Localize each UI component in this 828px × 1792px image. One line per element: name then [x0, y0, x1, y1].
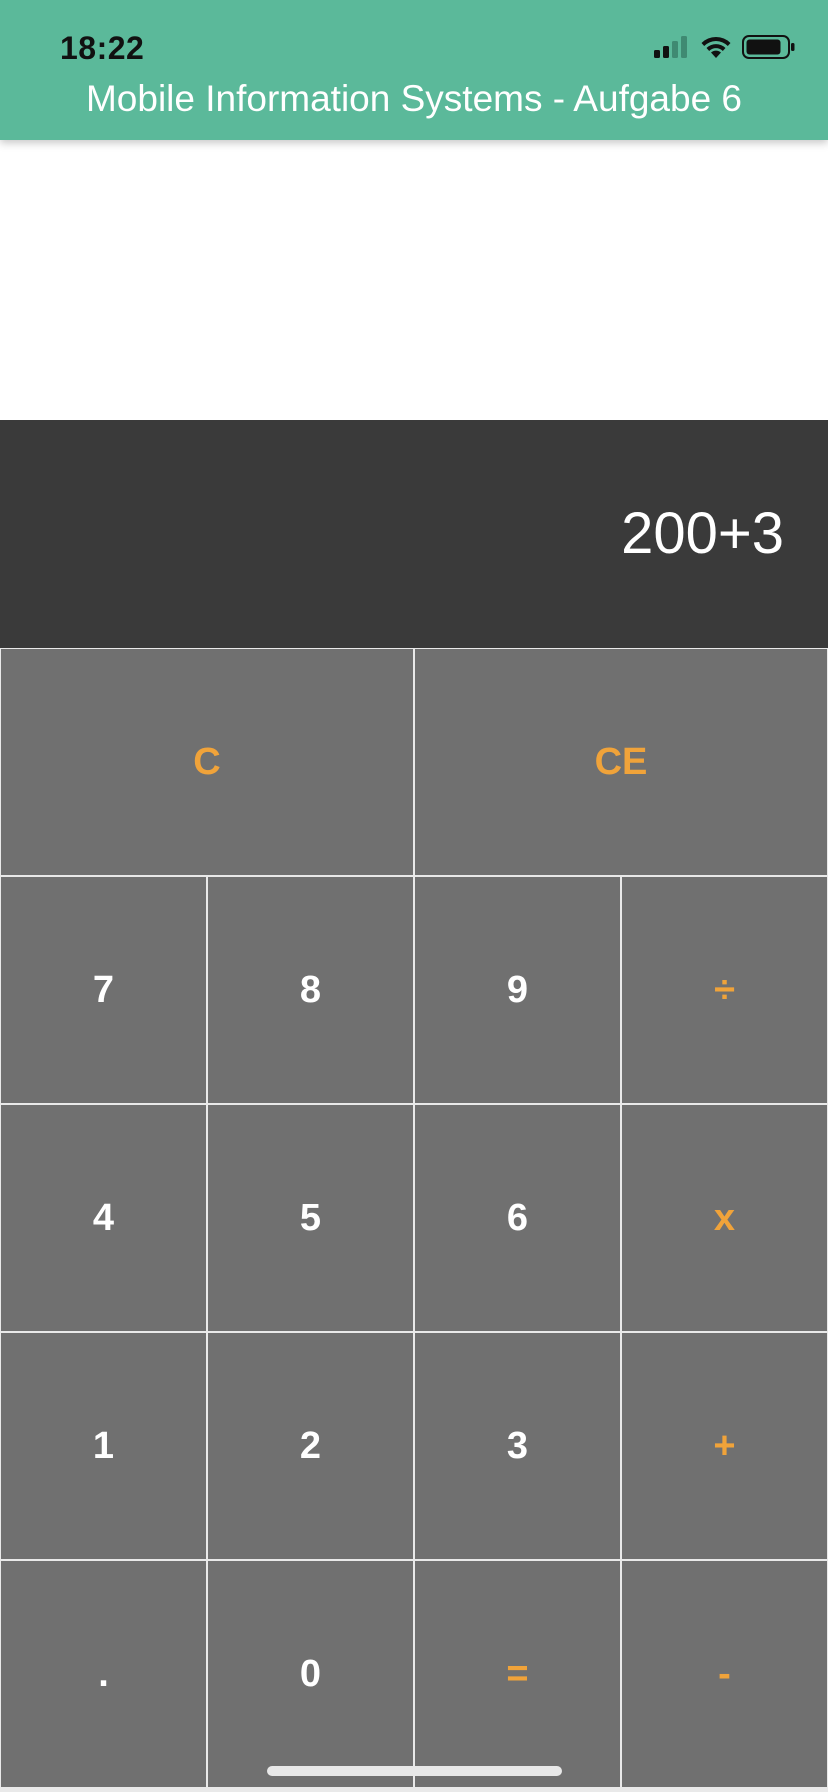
- keypad: C CE 7 8 9 ÷ 4 5 6 x 1 2 3 +. 0 = -: [0, 648, 828, 1792]
- home-indicator: [267, 1766, 562, 1776]
- calculator-display: 200+3: [0, 420, 828, 648]
- blank-area: [0, 140, 828, 420]
- app-bar: 18:22 Mobile Information Systems - Aufga…: [0, 0, 828, 140]
- subtract-button[interactable]: -: [621, 1560, 828, 1788]
- calculator-screen: 18:22 Mobile Information Systems - Aufga…: [0, 0, 828, 1792]
- wifi-icon: [700, 35, 732, 64]
- digit-3-button[interactable]: 3: [414, 1332, 621, 1560]
- divide-button[interactable]: ÷: [621, 876, 828, 1104]
- digit-2-button[interactable]: 2: [207, 1332, 414, 1560]
- digit-4-button[interactable]: 4: [0, 1104, 207, 1332]
- digit-6-button[interactable]: 6: [414, 1104, 621, 1332]
- digit-9-button[interactable]: 9: [414, 876, 621, 1104]
- equals-button[interactable]: =: [414, 1560, 621, 1788]
- digit-1-button[interactable]: 1: [0, 1332, 207, 1560]
- cellular-signal-icon: [654, 35, 690, 64]
- clear-button[interactable]: C: [0, 648, 414, 876]
- battery-icon: [742, 34, 796, 65]
- digit-8-button[interactable]: 8: [207, 876, 414, 1104]
- digit-0-button[interactable]: 0: [207, 1560, 414, 1788]
- display-value: 200+3: [621, 501, 784, 566]
- status-time: 18:22: [60, 30, 145, 66]
- status-icons: [654, 34, 796, 64]
- digit-7-button[interactable]: 7: [0, 876, 207, 1104]
- decimal-point-button[interactable]: .: [0, 1560, 207, 1788]
- digit-5-button[interactable]: 5: [207, 1104, 414, 1332]
- clear-entry-button[interactable]: CE: [414, 648, 828, 876]
- add-button[interactable]: +: [621, 1332, 828, 1560]
- multiply-button[interactable]: x: [621, 1104, 828, 1332]
- app-title: Mobile Information Systems - Aufgabe 6: [85, 78, 743, 119]
